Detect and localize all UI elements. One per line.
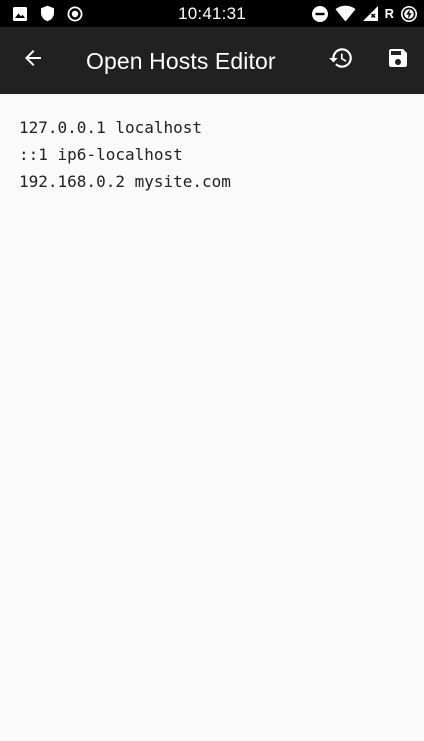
save-button[interactable] (375, 37, 421, 83)
hosts-editor[interactable]: 127.0.0.1 localhost ::1 ip6-localhost 19… (0, 94, 424, 741)
cell-signal-icon (362, 5, 379, 22)
roaming-indicator: R (384, 6, 394, 21)
save-icon (386, 46, 410, 75)
status-bar: 10:41:31 R (0, 0, 424, 27)
history-icon (328, 45, 354, 76)
hosts-line: 192.168.0.2 mysite.com (19, 172, 231, 191)
app-bar: Open Hosts Editor (0, 27, 424, 94)
battery-charging-icon (400, 5, 418, 23)
hosts-text-area[interactable]: 127.0.0.1 localhost ::1 ip6-localhost 19… (19, 114, 231, 195)
wifi-icon (335, 5, 356, 22)
hosts-line: 127.0.0.1 localhost (19, 118, 203, 137)
page-title: Open Hosts Editor (86, 48, 276, 74)
back-button[interactable] (10, 37, 56, 83)
do-not-disturb-icon (311, 5, 329, 23)
hosts-line: ::1 ip6-localhost (19, 145, 183, 164)
history-button[interactable] (318, 37, 364, 83)
arrow-back-icon (21, 46, 45, 75)
status-right-icons: R (311, 4, 418, 23)
